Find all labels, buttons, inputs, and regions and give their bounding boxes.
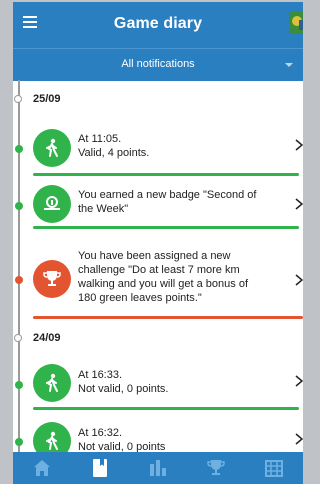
notification-text: You earned a new badge "Second of the We… (78, 189, 257, 215)
notification-text: You have been assigned a new challenge "… (78, 250, 248, 304)
tab-challenges[interactable] (187, 452, 245, 484)
chevron-right-icon (295, 139, 303, 151)
filter-label: All notifications (121, 58, 195, 70)
trophy-icon (33, 260, 71, 298)
tab-stats[interactable] (129, 452, 187, 484)
date-header: 24/09 (13, 328, 303, 350)
timeline-dot (15, 202, 23, 210)
date-label: 25/09 (33, 93, 61, 105)
card-underline (33, 226, 299, 229)
walking-icon (33, 129, 71, 167)
card-underline (33, 173, 299, 176)
bottom-tab-bar (13, 452, 303, 484)
tab-calendar[interactable] (245, 452, 303, 484)
timeline-dot (15, 276, 23, 284)
trophy-icon (207, 460, 225, 475)
chevron-down-icon (285, 63, 293, 67)
diary-feed[interactable]: 25/09 At 11:05. Valid, 4 points. You ear… (13, 80, 303, 454)
timeline-line (18, 80, 20, 454)
list-item[interactable]: At 16:33. Not valid, 0 points. (33, 360, 303, 412)
timeline-dot (15, 381, 23, 389)
date-header: 25/09 (13, 89, 303, 111)
chevron-right-icon (295, 274, 303, 286)
notification-text: At 16:33. Not valid, 0 points. (78, 369, 169, 395)
page-title: Game diary (113, 15, 203, 32)
timeline-dot (15, 145, 23, 153)
notification-filter-dropdown[interactable]: All notifications (13, 48, 303, 81)
chevron-right-icon (295, 375, 303, 387)
date-label: 24/09 (33, 332, 61, 344)
notification-text: At 16:32. Not valid, 0 points (78, 427, 166, 453)
walking-icon (33, 364, 71, 402)
tab-home[interactable] (13, 452, 71, 484)
list-item[interactable]: At 16:32. Not valid, 0 points (33, 418, 303, 454)
app-screen: Game diary All notifications 25/09 At 11… (13, 2, 303, 484)
list-item[interactable]: You have been assigned a new challenge "… (33, 240, 303, 320)
tab-diary[interactable] (71, 452, 129, 484)
card-underline (33, 407, 299, 410)
chevron-right-icon (295, 433, 303, 445)
avatar[interactable] (289, 12, 303, 34)
badge-icon (33, 185, 71, 223)
notification-text: At 11:05. Valid, 4 points. (78, 133, 150, 159)
card-underline (33, 316, 303, 319)
bar-chart-icon (150, 460, 166, 476)
timeline-date-node (14, 95, 22, 103)
list-item[interactable]: You earned a new badge "Second of the We… (33, 181, 303, 231)
chevron-right-icon (295, 198, 303, 210)
walking-icon (33, 422, 71, 454)
list-item[interactable]: At 11:05. Valid, 4 points. (33, 124, 303, 176)
home-icon (34, 460, 50, 476)
timeline-dot (15, 438, 23, 446)
diary-icon (93, 459, 107, 477)
timeline-date-node (14, 334, 22, 342)
app-bar: Game diary (13, 2, 303, 48)
calendar-icon (265, 460, 283, 477)
